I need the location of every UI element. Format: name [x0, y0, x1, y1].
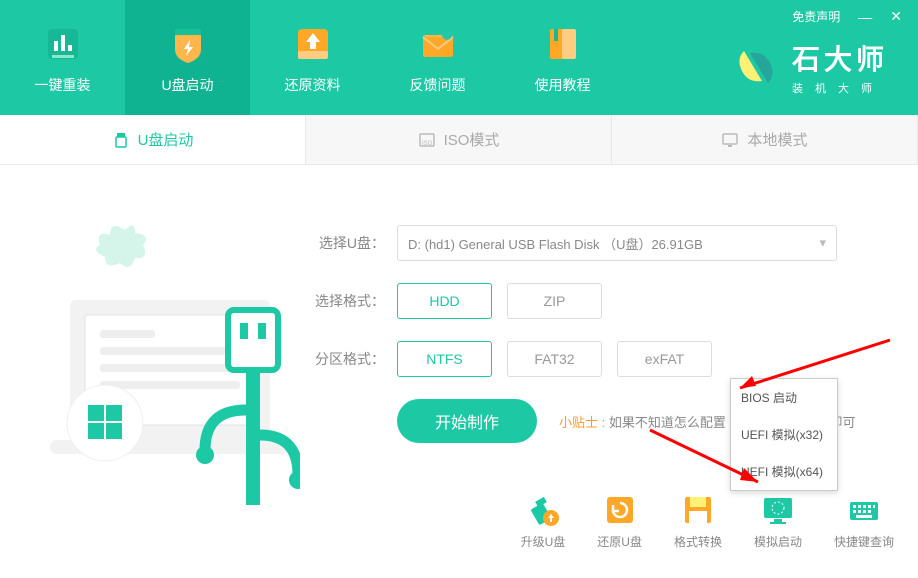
popup-bios[interactable]: BIOS 启动 [731, 379, 837, 416]
tool-label: 模拟启动 [754, 533, 802, 550]
usb-up-icon [524, 493, 562, 527]
usb-select-label: 选择U盘： [310, 233, 385, 253]
window-controls: 免责声明 — ✕ [792, 8, 902, 25]
tool-format-convert[interactable]: 格式转换 [674, 493, 722, 550]
illustration [30, 185, 310, 505]
tool-label: 快捷键查询 [834, 533, 894, 550]
disclaimer-link[interactable]: 免责声明 [792, 8, 840, 25]
keyboard-icon [845, 493, 883, 527]
brand-name: 石大师 [792, 38, 888, 78]
logo-icon [732, 43, 780, 91]
tab-label: U盘启动 [138, 129, 194, 150]
tab-label: ISO模式 [444, 129, 500, 150]
nav-feedback[interactable]: 反馈问题 [375, 0, 500, 115]
nav-label: 一键重装 [35, 75, 91, 95]
popup-uefi32[interactable]: UEFI 模拟(x32) [731, 416, 837, 453]
book-icon [540, 21, 586, 67]
partition-ntfs-option[interactable]: NTFS [397, 341, 492, 377]
save-icon [679, 493, 717, 527]
shield-bolt-icon [165, 21, 211, 67]
nav-label: 使用教程 [535, 75, 591, 95]
nav-label: U盘启动 [161, 75, 213, 95]
tool-upgrade-usb[interactable]: 升级U盘 [521, 493, 566, 550]
partition-exfat-option[interactable]: exFAT [617, 341, 712, 377]
nav-label: 反馈问题 [410, 75, 466, 95]
upload-box-icon [290, 21, 336, 67]
partition-fat32-option[interactable]: FAT32 [507, 341, 602, 377]
bottom-tools: 升级U盘 还原U盘 格式转换 模拟启动 快捷键查询 [521, 493, 894, 550]
nav-tutorial[interactable]: 使用教程 [500, 0, 625, 115]
tool-restore-usb[interactable]: 还原U盘 [597, 493, 642, 550]
nav-label: 还原资料 [285, 75, 341, 95]
simulate-popup: BIOS 启动 UEFI 模拟(x32) UEFI 模拟(x64) [730, 378, 838, 491]
nav-reinstall[interactable]: 一键重装 [0, 0, 125, 115]
minimize-button[interactable]: — [858, 9, 872, 25]
tool-label: 还原U盘 [597, 533, 642, 550]
popup-uefi64[interactable]: UEFI 模拟(x64) [731, 453, 837, 490]
tool-simulate-boot[interactable]: 模拟启动 [754, 493, 802, 550]
start-button[interactable]: 开始制作 [397, 399, 537, 443]
usb-select[interactable]: D: (hd1) General USB Flash Disk （U盘）26.9… [397, 225, 837, 261]
bar-chart-icon [40, 21, 86, 67]
format-hdd-option[interactable]: HDD [397, 283, 492, 319]
tab-local[interactable]: 本地模式 [612, 115, 918, 164]
tab-label: 本地模式 [747, 129, 807, 150]
monitor-icon [721, 131, 739, 149]
tool-label: 升级U盘 [521, 533, 566, 550]
tool-hotkey-query[interactable]: 快捷键查询 [834, 493, 894, 550]
svg-text:ISO: ISO [422, 141, 433, 147]
iso-icon: ISO [418, 131, 436, 149]
tool-label: 格式转换 [674, 533, 722, 550]
usb-small-icon [112, 131, 130, 149]
envelope-icon [415, 21, 461, 67]
close-button[interactable]: ✕ [890, 8, 902, 25]
brand-sub: 装机大师 [792, 80, 888, 96]
partition-label: 分区格式： [310, 349, 385, 369]
header: 免责声明 — ✕ 一键重装 U盘启动 还原资料 反馈问题 使用教程 [0, 0, 918, 115]
format-zip-option[interactable]: ZIP [507, 283, 602, 319]
tab-usb-boot[interactable]: U盘启动 [0, 115, 306, 164]
tab-iso[interactable]: ISO ISO模式 [306, 115, 612, 164]
restore-icon [601, 493, 639, 527]
nav-usb-boot[interactable]: U盘启动 [125, 0, 250, 115]
format-label: 选择格式： [310, 291, 385, 311]
monitor-play-icon [759, 493, 797, 527]
nav-restore[interactable]: 还原资料 [250, 0, 375, 115]
mode-tabs: U盘启动 ISO ISO模式 本地模式 [0, 115, 918, 165]
